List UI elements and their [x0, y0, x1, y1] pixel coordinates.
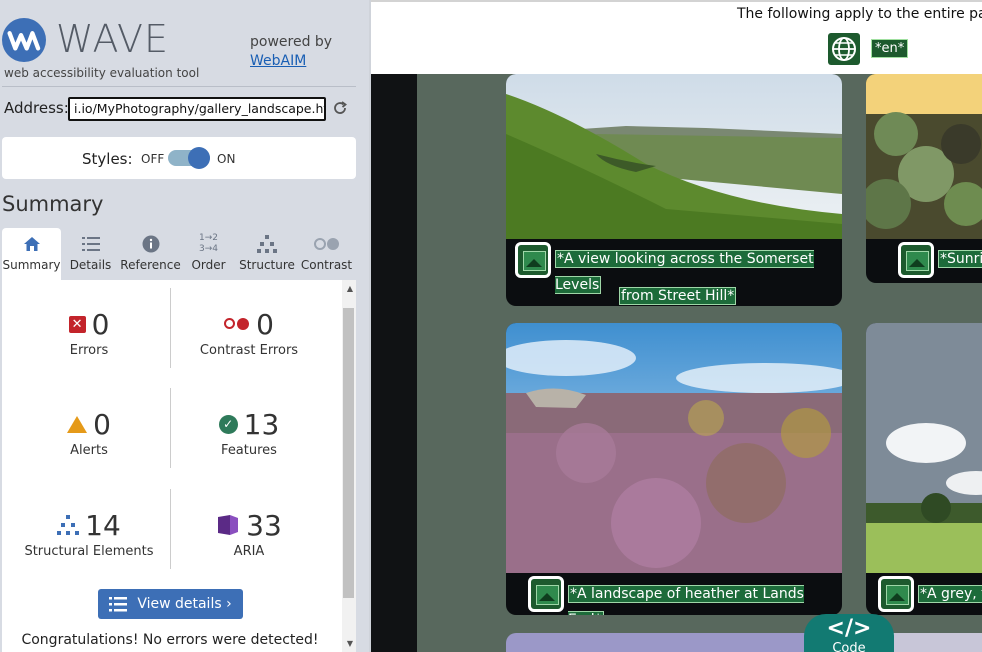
scroll-up-arrow-icon[interactable]: ▲: [347, 284, 353, 293]
language-globe-icon[interactable]: [828, 33, 860, 65]
stat-features[interactable]: ✓ 13 Features: [166, 407, 332, 458]
features-label: Features: [221, 443, 277, 458]
photo-grey-sky: [866, 323, 982, 573]
alt-text: *Sunri: [938, 246, 982, 272]
scroll-down-arrow-icon[interactable]: ▼: [347, 639, 353, 648]
structural-count: 14: [85, 508, 121, 542]
error-icon: ✕: [68, 315, 86, 333]
photo-sunrise: [866, 74, 982, 239]
view-details-label: View details ›: [137, 596, 232, 612]
styles-on-label: ON: [217, 152, 236, 166]
powered-by: powered by WebAIM: [250, 33, 332, 71]
gallery-card: *A view looking across the Somerset Leve…: [506, 74, 842, 306]
tab-summary[interactable]: Summary: [2, 228, 61, 280]
powered-by-text: powered by: [250, 34, 333, 50]
gallery-card: *A grey, t: [866, 323, 982, 615]
wave-subtitle: web accessibility evaluation tool: [4, 66, 200, 80]
feature-check-icon: ✓: [218, 414, 238, 434]
home-icon: [2, 228, 61, 258]
list-icon: [62, 228, 119, 258]
tab-order[interactable]: 1→2 3→4 Order: [182, 228, 235, 280]
image-alt-icon[interactable]: [878, 576, 914, 612]
summary-panel: ▲ ▼ ✕ 0 Errors 0 Contrast Errors 0 Alert…: [2, 280, 356, 652]
congrats-message: Congratulations! No errors were detected…: [21, 632, 319, 648]
stat-contrast-errors[interactable]: 0 Contrast Errors: [166, 307, 332, 359]
evaluated-page: The following apply to the entire page *…: [371, 0, 982, 652]
stat-structural[interactable]: 14 Structural Elements: [6, 508, 172, 560]
tab-label: Reference: [120, 258, 181, 272]
tab-contrast[interactable]: Contrast: [297, 228, 356, 280]
wave-sidebar: WAVE web accessibility evaluation tool p…: [0, 0, 369, 652]
summary-heading: Summary: [2, 192, 104, 216]
order-icon: 1→2 3→4: [199, 233, 218, 254]
page-level-annotations: The following apply to the entire page *…: [371, 0, 982, 74]
stat-aria[interactable]: 33 ARIA: [166, 508, 332, 559]
photo-heather-lands-end: [506, 323, 842, 573]
contrast-error-icon: [224, 317, 250, 331]
code-label: Code: [832, 641, 866, 652]
tab-label: Order: [191, 258, 226, 272]
webaim-link[interactable]: WebAIM: [250, 52, 332, 71]
errors-label: Errors: [69, 343, 109, 358]
contrast-errors-count: 0: [256, 307, 274, 341]
address-input[interactable]: i.io/MyPhotography/gallery_landscape.htm…: [68, 97, 326, 121]
scrollbar-thumb[interactable]: [343, 308, 354, 598]
structural-label: Structural Elements: [24, 544, 154, 559]
structure-icon: [237, 228, 297, 258]
contrast-errors-label: Contrast Errors: [199, 343, 299, 358]
info-icon: [119, 228, 182, 258]
tab-label: Details: [69, 258, 112, 272]
divider: [2, 86, 356, 87]
alert-icon: [67, 415, 88, 433]
view-details-button[interactable]: View details ›: [98, 589, 243, 619]
features-count: 13: [243, 407, 280, 441]
image-alt-icon[interactable]: [515, 242, 551, 278]
gallery-card: [506, 633, 842, 652]
tab-label: Summary: [2, 258, 61, 272]
styles-panel: Styles: OFF ON: [2, 137, 356, 179]
styles-toggle-knob[interactable]: [188, 147, 210, 169]
alt-text: *A landscape of heather at Lands End*: [568, 581, 842, 615]
contrast-icon: [297, 228, 356, 258]
lang-badge: *en*: [871, 39, 909, 58]
alt-text: from Street Hill*: [619, 287, 737, 305]
list-icon: [109, 597, 128, 612]
wave-logo-icon: [2, 18, 46, 62]
image-alt-icon[interactable]: [898, 242, 934, 278]
gallery-card: *Sunri: [866, 74, 982, 283]
alt-text: *A grey, t: [918, 581, 982, 607]
alerts-count: 0: [93, 407, 111, 441]
aria-icon: [218, 515, 239, 535]
page-level-text: The following apply to the entire page: [737, 6, 982, 22]
tab-label: Contrast: [300, 258, 353, 272]
reload-icon[interactable]: [331, 100, 349, 118]
tab-structure[interactable]: Structure: [237, 228, 297, 280]
wave-tabs: Summary Details Reference 1→2 3→4 Order S…: [2, 228, 356, 280]
alerts-label: Alerts: [70, 443, 108, 458]
wave-title: WAVE: [56, 17, 170, 61]
code-icon: </>: [826, 616, 872, 641]
tab-details[interactable]: Details: [62, 228, 119, 280]
address-label: Address:: [4, 99, 69, 117]
stat-errors[interactable]: ✕ 0 Errors: [6, 307, 172, 358]
structure-icon: [57, 515, 80, 535]
aria-label: ARIA: [233, 544, 265, 559]
errors-count: 0: [91, 307, 110, 341]
styles-off-label: OFF: [141, 152, 165, 166]
tab-label: Structure: [239, 258, 295, 272]
image-alt-icon[interactable]: [528, 576, 564, 612]
code-panel-toggle[interactable]: </> Code: [804, 614, 894, 652]
styles-label: Styles:: [82, 150, 133, 168]
photo-somerset-levels: [506, 74, 842, 239]
stat-alerts[interactable]: 0 Alerts: [6, 407, 172, 458]
tab-reference[interactable]: Reference: [119, 228, 182, 280]
gallery-card: *A landscape of heather at Lands End*: [506, 323, 842, 615]
aria-count: 33: [246, 508, 282, 542]
